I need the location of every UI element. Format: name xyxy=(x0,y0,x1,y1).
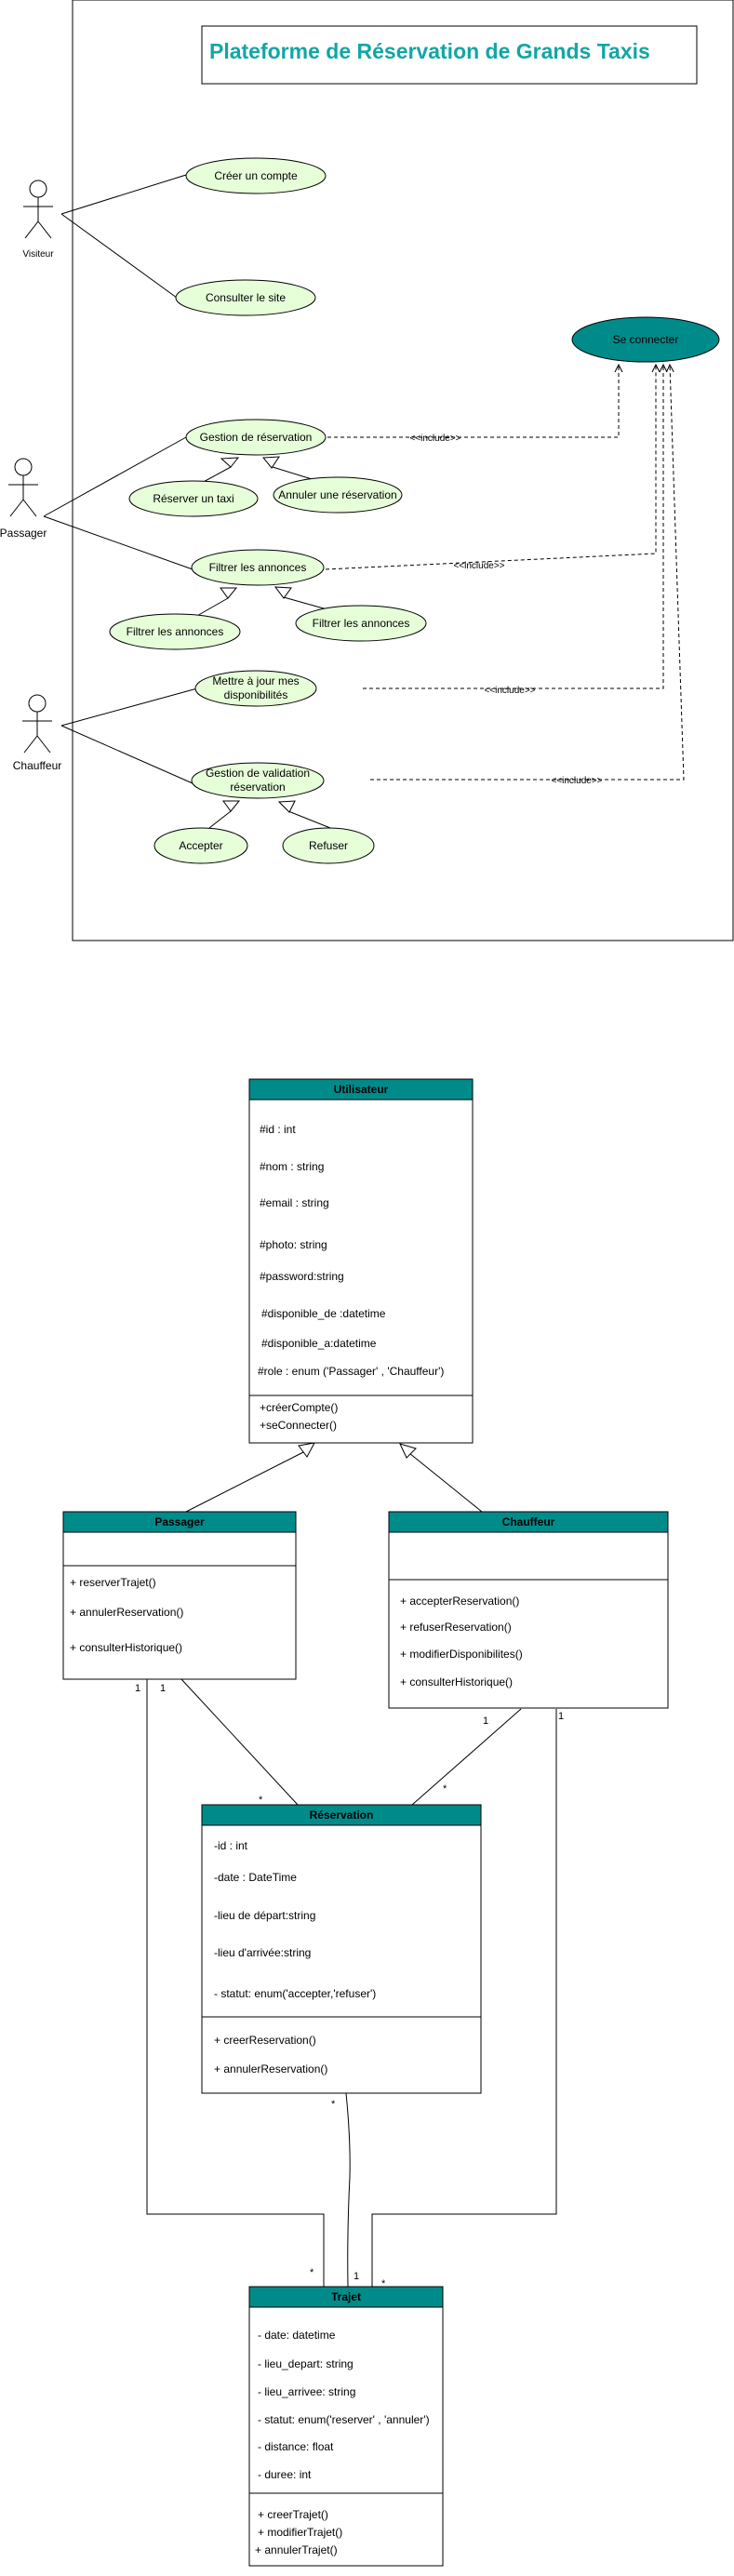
svg-text:+ modifierTrajet(): + modifierTrajet() xyxy=(258,2526,342,2539)
include-label-3: <<include>> xyxy=(484,686,535,696)
uml-diagram: Plateforme de Réservation de Grands Taxi… xyxy=(0,0,734,2567)
system-boundary xyxy=(72,0,734,941)
class-passager: Passager + reserverTrajet() + annulerRes… xyxy=(62,1511,297,1680)
include-label-2: <<include>> xyxy=(453,561,504,571)
class-chauffeur-name: Chauffeur xyxy=(502,1515,555,1528)
usecase-accepter: Accepter xyxy=(153,827,248,864)
class-chauffeur: Chauffeur + accepterReservation() + refu… xyxy=(388,1511,669,1709)
svg-text:#id : int: #id : int xyxy=(260,1123,296,1136)
svg-text:#disponible_a:datetime: #disponible_a:datetime xyxy=(261,1337,377,1350)
svg-text:- statut: enum('reserver' , 'a: - statut: enum('reserver' , 'annuler') xyxy=(258,2413,430,2426)
usecase-annuler-reservation: Annuler une réservation xyxy=(273,476,403,514)
svg-text:Gestion de validation: Gestion de validation xyxy=(206,767,310,780)
usecase-se-connecter: Se connecter xyxy=(571,316,720,363)
class-generalizations xyxy=(185,1442,483,1513)
actor-visiteur-label: Visiteur xyxy=(22,249,54,260)
svg-text:*: * xyxy=(310,2267,314,2278)
svg-text:- statut: enum('accepter,'refu: - statut: enum('accepter,'refuser') xyxy=(214,1987,376,2000)
actor-visiteur: Visiteur xyxy=(22,180,54,260)
svg-text:1: 1 xyxy=(135,1683,140,1694)
class-utilisateur: Utilisateur #id : int #nom : string #ema… xyxy=(248,1078,474,1444)
class-trajet-name: Trajet xyxy=(331,2290,361,2303)
svg-text:Réserver un taxi: Réserver un taxi xyxy=(153,492,234,505)
svg-text:+créerCompte(): +créerCompte() xyxy=(260,1401,338,1414)
svg-text:#email : string: #email : string xyxy=(260,1196,329,1209)
svg-text:+ creerReservation(): + creerReservation() xyxy=(214,2034,316,2047)
class-reservation: Réservation -id : int -date : DateTime -… xyxy=(201,1804,482,2094)
actor-passager: Passager xyxy=(0,458,47,540)
actor-passager-label: Passager xyxy=(0,527,47,540)
usecase-filtrer-annonces-main: Filtrer les annonces xyxy=(191,549,325,586)
usecase-maj-disponibilites: Mettre à jour mes disponibilités xyxy=(194,670,317,707)
svg-text:- lieu_arrivee: string: - lieu_arrivee: string xyxy=(258,2385,355,2398)
svg-text:-lieu de départ:string: -lieu de départ:string xyxy=(214,1909,315,1922)
svg-text:Créer un compte: Créer un compte xyxy=(214,169,298,182)
svg-text:+ consulterHistorique(): + consulterHistorique() xyxy=(70,1641,182,1654)
svg-text:#disponible_de :datetime: #disponible_de :datetime xyxy=(261,1307,386,1320)
usecase-creer-compte: Créer un compte xyxy=(185,157,327,194)
svg-text:Filtrer les annonces: Filtrer les annonces xyxy=(209,561,307,574)
svg-text:#role : enum ('Passager' , 'Ch: #role : enum ('Passager' , 'Chauffeur') xyxy=(258,1365,444,1378)
svg-text:*: * xyxy=(331,2099,336,2110)
svg-text:- lieu_depart: string: - lieu_depart: string xyxy=(258,2357,354,2370)
class-reservation-name: Réservation xyxy=(310,1809,374,1822)
svg-text:#photo: string: #photo: string xyxy=(260,1238,327,1251)
usecase-gestion-validation: Gestion de validation réservation xyxy=(191,762,325,799)
actor-chauffeur-label: Chauffeur xyxy=(13,759,61,772)
usecase-gestion-reservation: Gestion de réservation xyxy=(185,419,327,456)
svg-text:+ creerTrajet(): + creerTrajet() xyxy=(258,2508,328,2521)
include-label-4: <<include>> xyxy=(551,776,602,786)
svg-text:#password:string: #password:string xyxy=(260,1270,344,1283)
svg-text:+ consulterHistorique(): + consulterHistorique() xyxy=(400,1675,513,1688)
svg-text:+ annulerReservation(): + annulerReservation() xyxy=(214,2062,327,2075)
svg-text:+ reserverTrajet(): + reserverTrajet() xyxy=(70,1576,156,1589)
svg-text:+seConnecter(): +seConnecter() xyxy=(260,1419,337,1432)
svg-text:1: 1 xyxy=(483,1715,488,1727)
class-utilisateur-name: Utilisateur xyxy=(334,1083,389,1096)
svg-text:*: * xyxy=(259,1795,263,1806)
svg-text:Mettre à jour mes: Mettre à jour mes xyxy=(212,674,299,687)
svg-text:1: 1 xyxy=(558,1711,564,1722)
svg-text:+ accepterReservation(): + accepterReservation() xyxy=(400,1595,519,1608)
usecase-consulter-site: Consulter le site xyxy=(175,279,316,316)
svg-text:+ annulerReservation(): + annulerReservation() xyxy=(70,1606,183,1619)
svg-text:Gestion de réservation: Gestion de réservation xyxy=(200,431,313,444)
svg-text:-lieu d'arrivée:string: -lieu d'arrivée:string xyxy=(214,1946,311,1959)
svg-text:- distance: float: - distance: float xyxy=(258,2440,334,2453)
svg-text:réservation: réservation xyxy=(230,781,285,794)
actor-chauffeur: Chauffeur xyxy=(13,694,61,772)
svg-text:Accepter: Accepter xyxy=(179,839,222,852)
svg-text:+ modifierDisponibilites(): + modifierDisponibilites() xyxy=(400,1648,523,1661)
usecase-refuser: Refuser xyxy=(282,827,375,864)
usecase-reserver-taxi: Réserver un taxi xyxy=(128,480,259,517)
svg-text:-date : DateTime: -date : DateTime xyxy=(214,1871,297,1884)
include-label-1: <<include>> xyxy=(409,434,460,444)
diagram-title: Plateforme de Réservation de Grands Taxi… xyxy=(209,39,650,63)
class-trajet: Trajet - date: datetime - lieu_depart: s… xyxy=(248,2286,444,2567)
usecase-filtrer-annonces-right: Filtrer les annonces xyxy=(295,605,427,642)
svg-text:disponibilités: disponibilités xyxy=(224,688,288,701)
svg-text:+ refuserReservation(): + refuserReservation() xyxy=(400,1621,512,1634)
svg-text:Se connecter: Se connecter xyxy=(613,333,679,346)
svg-text:Filtrer les annonces: Filtrer les annonces xyxy=(127,625,224,638)
svg-text:Refuser: Refuser xyxy=(309,839,348,852)
svg-text:*: * xyxy=(443,1783,447,1795)
usecase-filtrer-annonces-left: Filtrer les annonces xyxy=(109,613,241,650)
svg-text:+ annulerTrajet(): + annulerTrajet() xyxy=(255,2543,338,2556)
svg-text:Filtrer les annonces: Filtrer les annonces xyxy=(313,617,410,630)
svg-text:-id : int: -id : int xyxy=(214,1839,248,1852)
class-passager-name: Passager xyxy=(154,1515,205,1528)
svg-text:- date: datetime: - date: datetime xyxy=(258,2329,336,2342)
svg-text:1: 1 xyxy=(160,1683,166,1694)
svg-text:Consulter le site: Consulter le site xyxy=(206,291,286,304)
svg-text:1: 1 xyxy=(354,2271,359,2282)
svg-text:- duree: int: - duree: int xyxy=(258,2468,312,2481)
svg-text:Annuler une réservation: Annuler une réservation xyxy=(278,488,396,501)
svg-text:#nom : string: #nom : string xyxy=(260,1160,324,1173)
